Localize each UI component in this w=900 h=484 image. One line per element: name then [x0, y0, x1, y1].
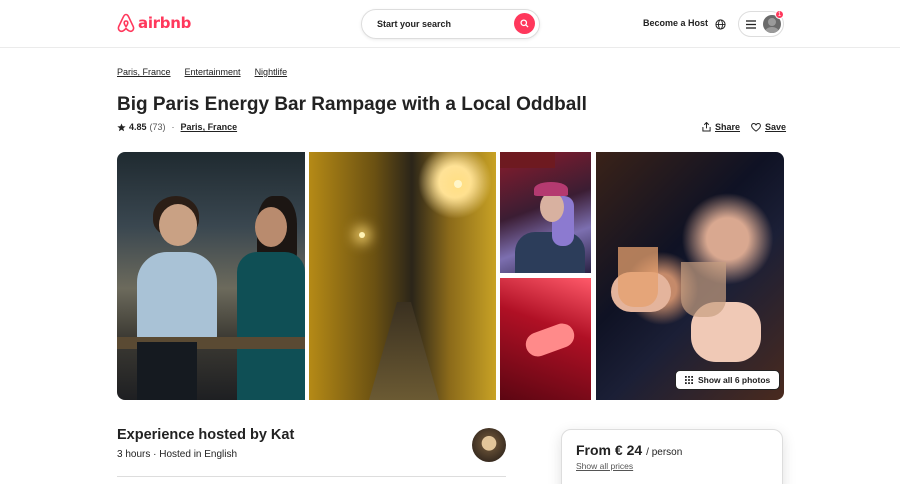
photo-red-lights[interactable]	[500, 278, 591, 400]
review-count[interactable]: (73)	[150, 122, 166, 132]
share-button[interactable]: Share	[702, 122, 740, 132]
host-subtitle: 3 hours · Hosted in English	[117, 449, 238, 460]
photo-cocktails[interactable]	[596, 152, 784, 400]
star-icon	[117, 122, 126, 131]
meta-separator: ·	[171, 122, 175, 132]
globe-icon	[715, 19, 726, 30]
breadcrumb-subcategory[interactable]: Nightlife	[255, 67, 288, 77]
booking-card: From € 24 / person Show all prices	[561, 429, 783, 484]
airbnb-logo[interactable]: airbnb	[117, 13, 191, 33]
search-bar[interactable]: Start your search	[361, 9, 540, 39]
show-all-prices-link[interactable]: Show all prices	[576, 461, 633, 471]
breadcrumb-category[interactable]: Entertainment	[185, 67, 241, 77]
price-row: From € 24 / person	[576, 442, 682, 458]
airbnb-logo-icon	[117, 13, 135, 33]
price-from: From € 24	[576, 442, 643, 458]
host-title: Experience hosted by Kat	[117, 427, 295, 443]
heart-icon	[751, 122, 761, 132]
listing-title: Big Paris Energy Bar Rampage with a Loca…	[117, 94, 587, 115]
rating-value: 4.85	[129, 122, 147, 132]
become-host-link[interactable]: Become a Host	[643, 18, 708, 28]
search-placeholder[interactable]: Start your search	[377, 19, 451, 29]
search-button[interactable]	[514, 13, 535, 34]
photo-woman-purple-hair[interactable]	[500, 152, 591, 273]
top-header: airbnb Start your search Become a Host 1	[0, 0, 900, 48]
show-all-label: Show all 6 photos	[698, 375, 771, 385]
logo-text: airbnb	[138, 14, 192, 32]
location-link[interactable]: Paris, France	[181, 122, 238, 132]
host-avatar[interactable]	[472, 428, 506, 462]
hamburger-icon	[746, 20, 756, 29]
save-button[interactable]: Save	[751, 122, 786, 132]
breadcrumb-location[interactable]: Paris, France	[117, 67, 171, 77]
breadcrumb: Paris, France Entertainment Nightlife	[117, 67, 287, 77]
search-icon	[520, 19, 529, 28]
photo-friends-laughing[interactable]	[117, 152, 305, 400]
price-unit: / person	[646, 447, 683, 458]
share-label: Share	[715, 122, 741, 132]
share-icon	[702, 122, 711, 132]
language-button[interactable]	[715, 17, 726, 35]
show-all-photos-button[interactable]: Show all 6 photos	[675, 370, 781, 390]
save-label: Save	[765, 122, 787, 132]
grid-icon	[685, 376, 693, 384]
notification-badge: 1	[775, 10, 784, 19]
section-divider	[117, 476, 506, 477]
photo-night-street[interactable]	[309, 152, 496, 400]
listing-meta: 4.85 (73) · Paris, France	[117, 122, 237, 132]
